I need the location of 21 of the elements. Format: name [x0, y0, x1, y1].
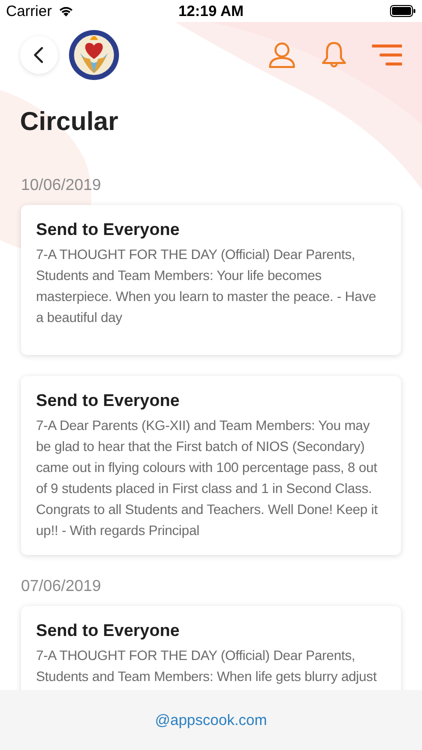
status-time: 12:19 AM	[178, 2, 244, 20]
profile-icon[interactable]	[268, 42, 296, 68]
carrier-label: Carrier	[6, 2, 52, 20]
circular-message: 7-A Dear Parents (KG-XII) and Team Members: You may be glad to hear that the First batch of NIOS (Secondary) came out in flying colours with 100 percentage pass, 8 out of 9 students placed in First class and 1 in Second Class. Congrats to all Students and Teachers. Well Done! Keep it up!! - With regards Principal	[36, 417, 379, 540]
battery-icon	[390, 5, 416, 17]
page-title: Circular	[20, 106, 118, 137]
website-link[interactable]: @appscook.com	[155, 712, 267, 728]
circular-card[interactable]: Send to Everyone 7-A THOUGHT FOR THE DAY (Official) Dear Parents, Students and Team Members: When life gets blurry adjust	[21, 606, 401, 690]
circular-card[interactable]: Send to Everyone 7-A THOUGHT FOR THE DAY (Official) Dear Parents, Students and Team Members: Your life becomes masterpiece. When you learn to master the peace. - Have a beautiful day	[21, 205, 401, 355]
circular-title: Send to Everyone	[36, 621, 180, 641]
circular-title: Send to Everyone	[36, 391, 180, 411]
wifi-icon	[58, 5, 74, 17]
date-label: 10/06/2019	[21, 177, 102, 195]
circular-message: 7-A THOUGHT FOR THE DAY (Official) Dear Parents, Students and Team Members: When life gets blurry adjust	[36, 647, 378, 686]
circular-message: 7-A THOUGHT FOR THE DAY (Official) Dear Parents, Students and Team Members: Your life becomes masterpiece. When you learn to master the peace. - Have a beautiful day	[36, 246, 378, 327]
school-logo	[68, 29, 120, 81]
circular-title: Send to Everyone	[36, 220, 180, 240]
notification-icon[interactable]	[320, 41, 348, 69]
menu-icon[interactable]	[372, 43, 402, 67]
back-button[interactable]	[20, 36, 58, 74]
date-label: 07/06/2019	[21, 578, 102, 596]
